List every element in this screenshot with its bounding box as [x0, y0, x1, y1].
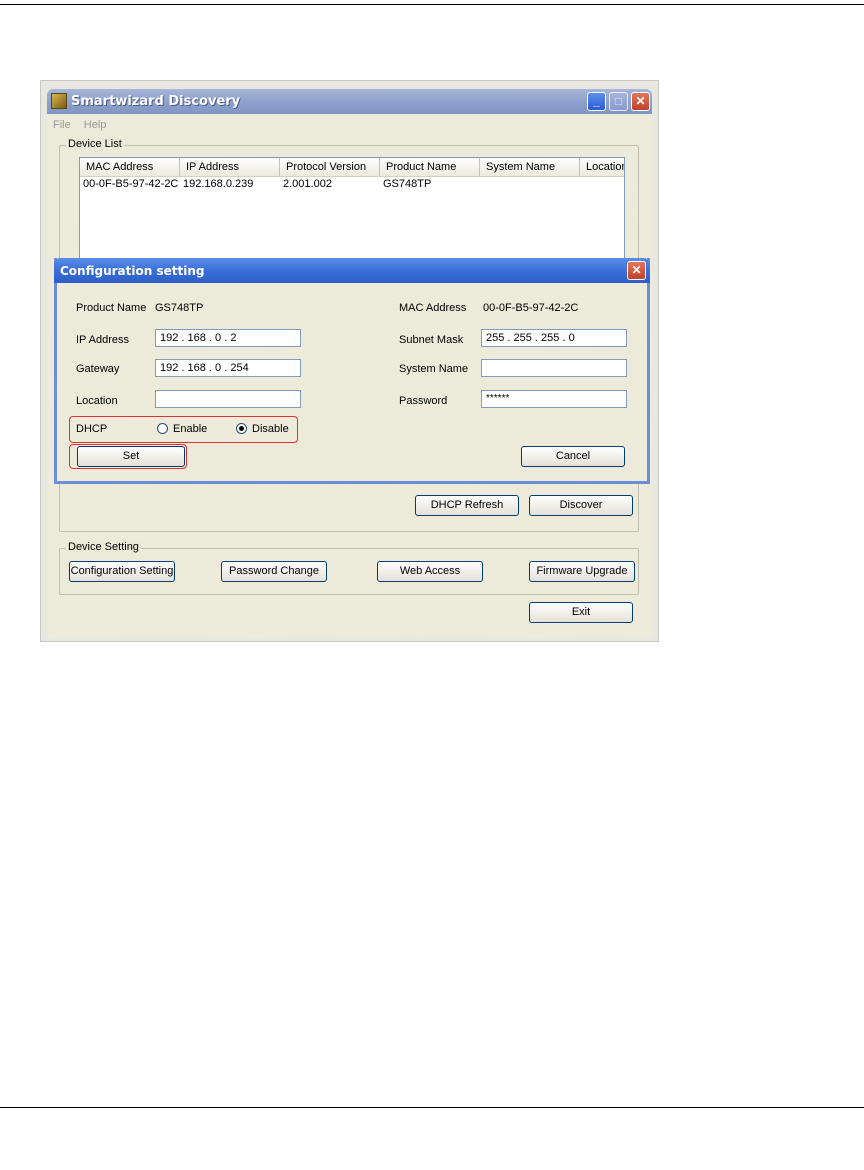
menu-bar: File Help	[53, 119, 116, 133]
dhcp-refresh-button[interactable]: DHCP Refresh	[415, 495, 519, 516]
configuration-dialog: Configuration setting ✕ Product Name GS7…	[54, 258, 650, 484]
location-label: Location	[76, 395, 118, 407]
minimize-button[interactable]: _	[587, 92, 606, 111]
page-top-rule	[0, 4, 864, 5]
firmware-upgrade-button[interactable]: Firmware Upgrade	[529, 561, 635, 582]
password-field[interactable]: ******	[481, 390, 627, 408]
col-location[interactable]: Location	[580, 158, 624, 176]
password-change-button[interactable]: Password Change	[221, 561, 327, 582]
dialog-title-bar[interactable]: Configuration setting ✕	[54, 258, 650, 283]
table-row[interactable]: 00-0F-B5-97-42-2C 192.168.0.239 2.001.00…	[80, 177, 624, 191]
menu-help[interactable]: Help	[84, 119, 107, 131]
device-list-header: MAC Address IP Address Protocol Version …	[80, 158, 624, 177]
device-list-label: Device List	[66, 138, 124, 150]
discover-button[interactable]: Discover	[529, 495, 633, 516]
product-name-label: Product Name	[76, 302, 147, 314]
system-name-field[interactable]	[481, 359, 627, 377]
exit-button[interactable]: Exit	[529, 602, 633, 623]
window-title: Smartwizard Discovery	[71, 94, 241, 109]
ip-address-field[interactable]: 192 . 168 . 0 . 2	[155, 329, 301, 347]
close-button[interactable]: ✕	[631, 92, 650, 111]
col-product-name[interactable]: Product Name	[380, 158, 480, 176]
menu-file[interactable]: File	[53, 119, 71, 131]
configuration-setting-button[interactable]: Configuration Setting	[69, 561, 175, 582]
main-title-bar[interactable]: Smartwizard Discovery _ □ ✕	[47, 89, 652, 114]
set-highlight-box	[69, 444, 187, 469]
page-bottom-rule	[0, 1107, 864, 1108]
col-system-name[interactable]: System Name	[480, 158, 580, 176]
col-protocol-version[interactable]: Protocol Version	[280, 158, 380, 176]
col-ip-address[interactable]: IP Address	[180, 158, 280, 176]
cancel-button[interactable]: Cancel	[521, 446, 625, 467]
dhcp-highlight-box	[69, 416, 298, 443]
password-label: Password	[399, 395, 448, 407]
system-name-label: System Name	[399, 363, 469, 375]
app-icon	[51, 93, 67, 109]
location-field[interactable]	[155, 390, 301, 408]
cell-protocol: 2.001.002	[283, 178, 332, 190]
cell-mac: 00-0F-B5-97-42-2C	[83, 178, 179, 190]
maximize-button[interactable]: □	[609, 92, 628, 111]
gateway-field[interactable]: 192 . 168 . 0 . 254	[155, 359, 301, 377]
gateway-label: Gateway	[76, 363, 120, 375]
ip-address-label: IP Address	[76, 334, 129, 346]
product-name-value: GS748TP	[155, 302, 204, 314]
cell-ip: 192.168.0.239	[183, 178, 254, 190]
web-access-button[interactable]: Web Access	[377, 561, 483, 582]
mac-address-value: 00-0F-B5-97-42-2C	[483, 302, 579, 314]
device-list-table[interactable]: MAC Address IP Address Protocol Version …	[79, 157, 625, 269]
mac-address-label: MAC Address	[399, 302, 467, 314]
device-setting-label: Device Setting	[66, 541, 141, 553]
col-mac-address[interactable]: MAC Address	[80, 158, 180, 176]
cell-location	[580, 177, 624, 191]
cell-product: GS748TP	[383, 178, 432, 190]
dialog-close-button[interactable]: ✕	[627, 261, 646, 280]
cell-system-name	[480, 177, 580, 191]
subnet-mask-label: Subnet Mask	[399, 334, 464, 346]
dialog-title: Configuration setting	[60, 264, 205, 278]
subnet-mask-field[interactable]: 255 . 255 . 255 . 0	[481, 329, 627, 347]
